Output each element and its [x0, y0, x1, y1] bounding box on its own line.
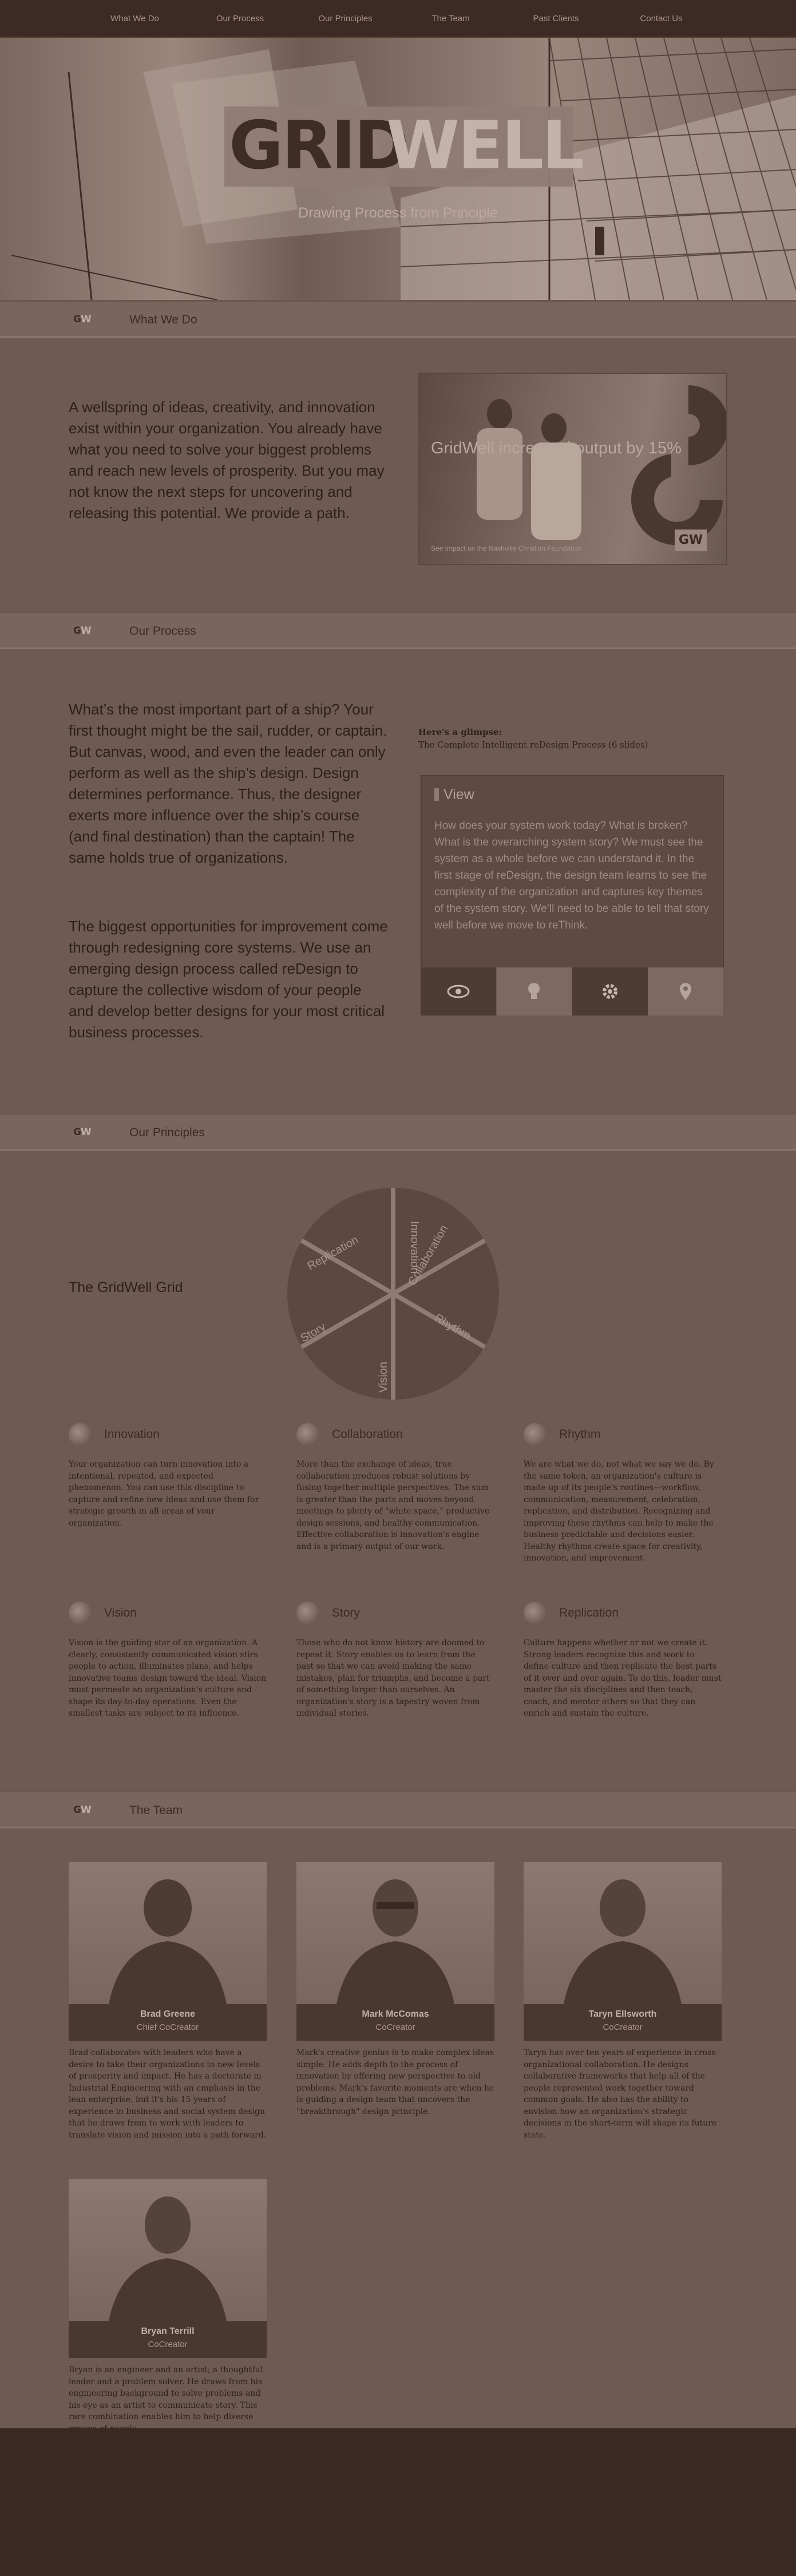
- member-role: CoCreator: [603, 2022, 643, 2032]
- member-name: Brad Greene: [140, 2009, 196, 2019]
- impact-title: GridWell increased output by 15%: [431, 439, 682, 457]
- story-icon: [296, 1602, 319, 1625]
- brand-mark-icon: GW: [73, 625, 92, 637]
- glimpse-link[interactable]: The Complete Intelligent reDesign Proces…: [418, 740, 648, 750]
- member-nameplate: Mark McComas CoCreator: [296, 2004, 494, 2041]
- member-nameplate: Bryan Terrill CoCreator: [69, 2321, 267, 2358]
- member-role: CoCreator: [375, 2022, 415, 2032]
- section-title: Our Principles: [129, 1126, 205, 1139]
- gridwell-grid-title: The GridWell Grid: [69, 1279, 183, 1295]
- member-photo: [296, 1862, 494, 2004]
- member-name: Bryan Terrill: [141, 2326, 195, 2336]
- top-nav: What We Do Our Process Our Principles Th…: [0, 0, 796, 38]
- member-role: CoCreator: [148, 2340, 188, 2349]
- logo-text-well: WELL: [386, 107, 584, 184]
- rhythm-icon: [524, 1423, 546, 1446]
- collaboration-icon: [296, 1423, 319, 1446]
- hero-tagline: Drawing Process from Principle: [298, 205, 498, 221]
- member-bio: Bryan is an engineer and an artist; a th…: [69, 2365, 263, 2428]
- member-nameplate: Brad Greene Chief CoCreator: [69, 2004, 267, 2041]
- section-title: What We Do: [129, 313, 197, 326]
- section-title: The Team: [129, 1804, 183, 1817]
- member-bio: Brad collaborates with leaders who have …: [69, 2048, 267, 2140]
- glimpse-heading: Here's a glimpse:: [418, 727, 502, 737]
- member-name: Mark McComas: [362, 2009, 429, 2019]
- principle-description: Vision is the guiding star of an organiz…: [69, 1638, 267, 1718]
- brand-mark-icon: GW: [73, 1127, 92, 1138]
- principle-description: Your organization can turn innovation in…: [69, 1460, 259, 1528]
- principle-description: We are what we do, not what we say we do…: [524, 1460, 714, 1563]
- member-name: Taryn Ellsworth: [588, 2009, 657, 2019]
- impact-photo-card[interactable]: GridWell increased output by 15% See Imp…: [418, 373, 727, 565]
- nav-the-team[interactable]: The Team: [398, 0, 504, 38]
- principle-title: Rhythm: [559, 1428, 601, 1441]
- impact-caption-link[interactable]: See Impact on the Nashville Christian Fo…: [431, 544, 581, 552]
- what-we-do-lead: A wellspring of ideas, creativity, and i…: [69, 398, 385, 521]
- principle-description: Those who do not know history are doomed…: [296, 1638, 490, 1718]
- section-bar-our-process: GW Our Process: [0, 611, 796, 649]
- stage-description: How does your system work today? What is…: [434, 820, 709, 931]
- nav-past-clients[interactable]: Past Clients: [504, 0, 609, 38]
- principle-title: Vision: [104, 1606, 137, 1619]
- brand-mark-icon: GW: [73, 1804, 92, 1816]
- hero-banner: GRID WELL Drawing Process from Principle: [0, 38, 796, 300]
- member-role: Chief CoCreator: [136, 2022, 199, 2032]
- logo-text-grid: GRID: [229, 107, 409, 184]
- page-bottom-overlay: [0, 2428, 796, 2576]
- section-bar-our-principles: GW Our Principles: [0, 1113, 796, 1151]
- nav-contact-us[interactable]: Contact Us: [609, 0, 714, 38]
- member-photo: [69, 1862, 267, 2004]
- section-title: Our Process: [129, 625, 196, 638]
- principle-title: Innovation: [104, 1428, 160, 1441]
- process-stage-tabs: [421, 967, 724, 1016]
- member-bio: Mark's creative genius is to make comple…: [296, 2048, 494, 2116]
- stage-title: View: [434, 787, 474, 803]
- section-bar-the-team: GW The Team: [0, 1791, 796, 1828]
- principle-description: Culture happens whether or not we create…: [524, 1638, 722, 1718]
- principle-title: Story: [332, 1606, 361, 1619]
- principle-title: Replication: [559, 1606, 619, 1619]
- eye-icon[interactable]: [421, 967, 497, 1016]
- process-paragraph-2: The biggest opportunities for improvemen…: [69, 918, 388, 1041]
- wheel-label-vision: Vision: [377, 1362, 390, 1393]
- vision-icon: [69, 1602, 92, 1625]
- member-photo: [524, 1862, 722, 2004]
- member-bio: Taryn has over ten years of experience i…: [524, 2048, 719, 2140]
- gear-icon[interactable]: [572, 967, 648, 1016]
- gw-badge-icon: GW: [675, 530, 707, 551]
- principle-description: More than the exchange of ideas, true co…: [296, 1460, 490, 1551]
- pin-icon[interactable]: [648, 967, 724, 1016]
- innovation-icon: [69, 1423, 92, 1446]
- member-photo: [69, 2179, 267, 2321]
- lightbulb-icon[interactable]: [496, 967, 572, 1016]
- section-bar-what-we-do: GW What We Do: [0, 300, 796, 338]
- nav-our-principles[interactable]: Our Principles: [293, 0, 398, 38]
- member-nameplate: Taryn Ellsworth CoCreator: [524, 2004, 722, 2041]
- brand-mark-icon: GW: [73, 314, 92, 325]
- gridwell-wheel: Innovation Collaboration Rhythm Vision S…: [287, 1188, 499, 1400]
- nav-our-process[interactable]: Our Process: [188, 0, 293, 38]
- process-paragraph-1: What’s the most important part of a ship…: [69, 701, 387, 866]
- principle-title: Collaboration: [332, 1428, 403, 1441]
- nav-what-we-do[interactable]: What We Do: [82, 0, 188, 38]
- replication-icon: [524, 1602, 546, 1625]
